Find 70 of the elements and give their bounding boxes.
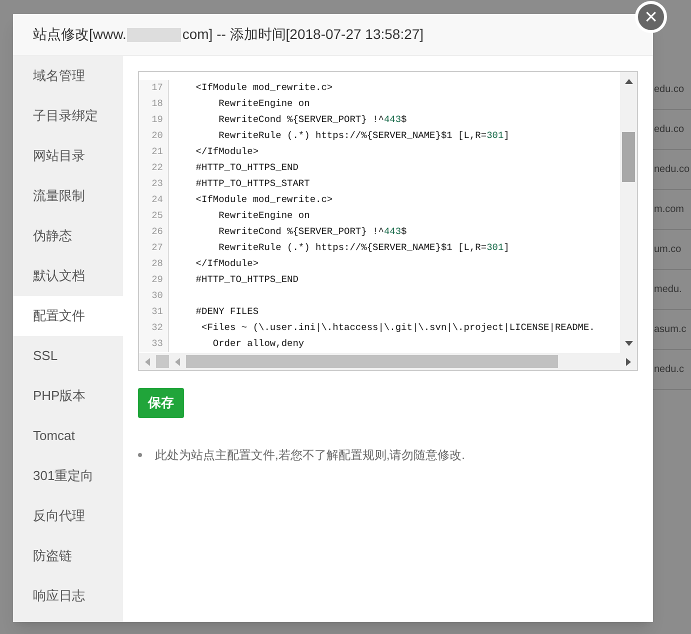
scroll-up-icon[interactable] bbox=[624, 79, 632, 84]
sidebar-item[interactable]: 伪静态 bbox=[13, 216, 123, 256]
line-number: 31 bbox=[139, 304, 169, 320]
sidebar-item[interactable]: 防盗链 bbox=[13, 536, 123, 576]
line-number: 30 bbox=[139, 288, 169, 304]
close-button[interactable]: × bbox=[635, 1, 667, 33]
sidebar-item[interactable]: 域名管理 bbox=[13, 56, 123, 96]
code-line: </IfModule> bbox=[194, 145, 259, 159]
dialog-title: 站点修改[www. com] -- 添加时间[2018-07-27 13:58:27] bbox=[33, 25, 424, 44]
line-number: 25 bbox=[139, 208, 169, 224]
code-line: #HTTP_TO_HTTPS_END bbox=[194, 273, 298, 287]
scroll-down-icon[interactable] bbox=[624, 341, 632, 346]
line-number: 22 bbox=[139, 160, 169, 176]
code-editor[interactable] bbox=[138, 71, 638, 371]
line-number: 23 bbox=[139, 176, 169, 192]
scrollbar-button[interactable] bbox=[156, 355, 169, 368]
scrollbar-thumb[interactable] bbox=[622, 132, 635, 182]
code-line: </IfModule> bbox=[194, 257, 259, 271]
code-line: <IfModule mod_rewrite.c> bbox=[194, 81, 333, 95]
scroll-right-icon[interactable] bbox=[626, 358, 631, 366]
code-line: RewriteCond %{SERVER_PORT} !^443$ bbox=[218, 225, 407, 239]
line-number: 26 bbox=[139, 224, 169, 240]
code-line: <Files ~ (\.user.ini|\.htaccess|\.git|\.svn|\.project|LICENSE|README. bbox=[200, 321, 595, 335]
domain-text: asum.c bbox=[653, 323, 686, 337]
domain-text: medu. bbox=[653, 283, 682, 297]
code-line: #HTTP_TO_HTTPS_START bbox=[194, 177, 310, 191]
horizontal-scrollbar[interactable] bbox=[139, 353, 637, 370]
sidebar-item[interactable]: 流量限制 bbox=[13, 176, 123, 216]
code-line: RewriteEngine on bbox=[218, 209, 310, 223]
sidebar-item[interactable]: 反向代理 bbox=[13, 496, 123, 536]
scrollbar-thumb[interactable] bbox=[186, 355, 558, 368]
code-line: RewriteRule (.*) https://%{SERVER_NAME}$1 [L,R=301] bbox=[218, 129, 510, 143]
vertical-scrollbar[interactable] bbox=[620, 72, 637, 353]
sidebar-item[interactable]: SSL bbox=[13, 336, 123, 376]
domain-text: um.co bbox=[653, 243, 682, 257]
line-number: 33 bbox=[139, 336, 169, 352]
code-line: RewriteRule (.*) https://%{SERVER_NAME}$1 [L,R=301] bbox=[218, 241, 510, 255]
note-text: 此处为站点主配置文件,若您不了解配置规则,请勿随意修改. bbox=[155, 447, 466, 464]
line-number: 18 bbox=[139, 96, 169, 112]
line-number: 27 bbox=[139, 240, 169, 256]
domain-text: m.com bbox=[653, 203, 684, 217]
line-number: 21 bbox=[139, 144, 169, 160]
code-line: RewriteCond %{SERVER_PORT} !^443$ bbox=[218, 113, 407, 127]
scroll-left-icon[interactable] bbox=[145, 358, 150, 366]
code-line: #HTTP_TO_HTTPS_END bbox=[194, 161, 298, 175]
sidebar-item[interactable]: 默认文档 bbox=[13, 256, 123, 296]
code-line: <IfModule mod_rewrite.c> bbox=[194, 193, 333, 207]
domain-text: nedu.co bbox=[653, 163, 690, 177]
bullet-icon bbox=[138, 453, 142, 457]
code-line: Order allow,deny bbox=[212, 337, 304, 351]
sidebar-item[interactable]: PHP版本 bbox=[13, 376, 123, 416]
code-line: #DENY FILES bbox=[194, 305, 259, 319]
line-number: 28 bbox=[139, 256, 169, 272]
sidebar-item[interactable]: 配置文件 bbox=[13, 296, 123, 336]
domain-text: edu.co bbox=[653, 123, 684, 137]
line-number: 29 bbox=[139, 272, 169, 288]
domain-text: nedu.c bbox=[653, 363, 684, 377]
line-number: 24 bbox=[139, 192, 169, 208]
sidebar-item[interactable]: 301重定向 bbox=[13, 456, 123, 496]
line-number: 32 bbox=[139, 320, 169, 336]
domain-text: edu.co bbox=[653, 83, 684, 97]
line-number: 17 bbox=[139, 80, 169, 96]
line-number: 20 bbox=[139, 128, 169, 144]
sidebar-item[interactable]: 网站目录 bbox=[13, 136, 123, 176]
code-line: RewriteEngine on bbox=[218, 97, 310, 111]
line-number: 19 bbox=[139, 112, 169, 128]
scroll-left-icon[interactable] bbox=[175, 358, 180, 366]
sidebar-item[interactable]: Tomcat bbox=[13, 416, 123, 456]
sidebar-item[interactable]: 响应日志 bbox=[13, 576, 123, 616]
sidebar-item[interactable]: 子目录绑定 bbox=[13, 96, 123, 136]
